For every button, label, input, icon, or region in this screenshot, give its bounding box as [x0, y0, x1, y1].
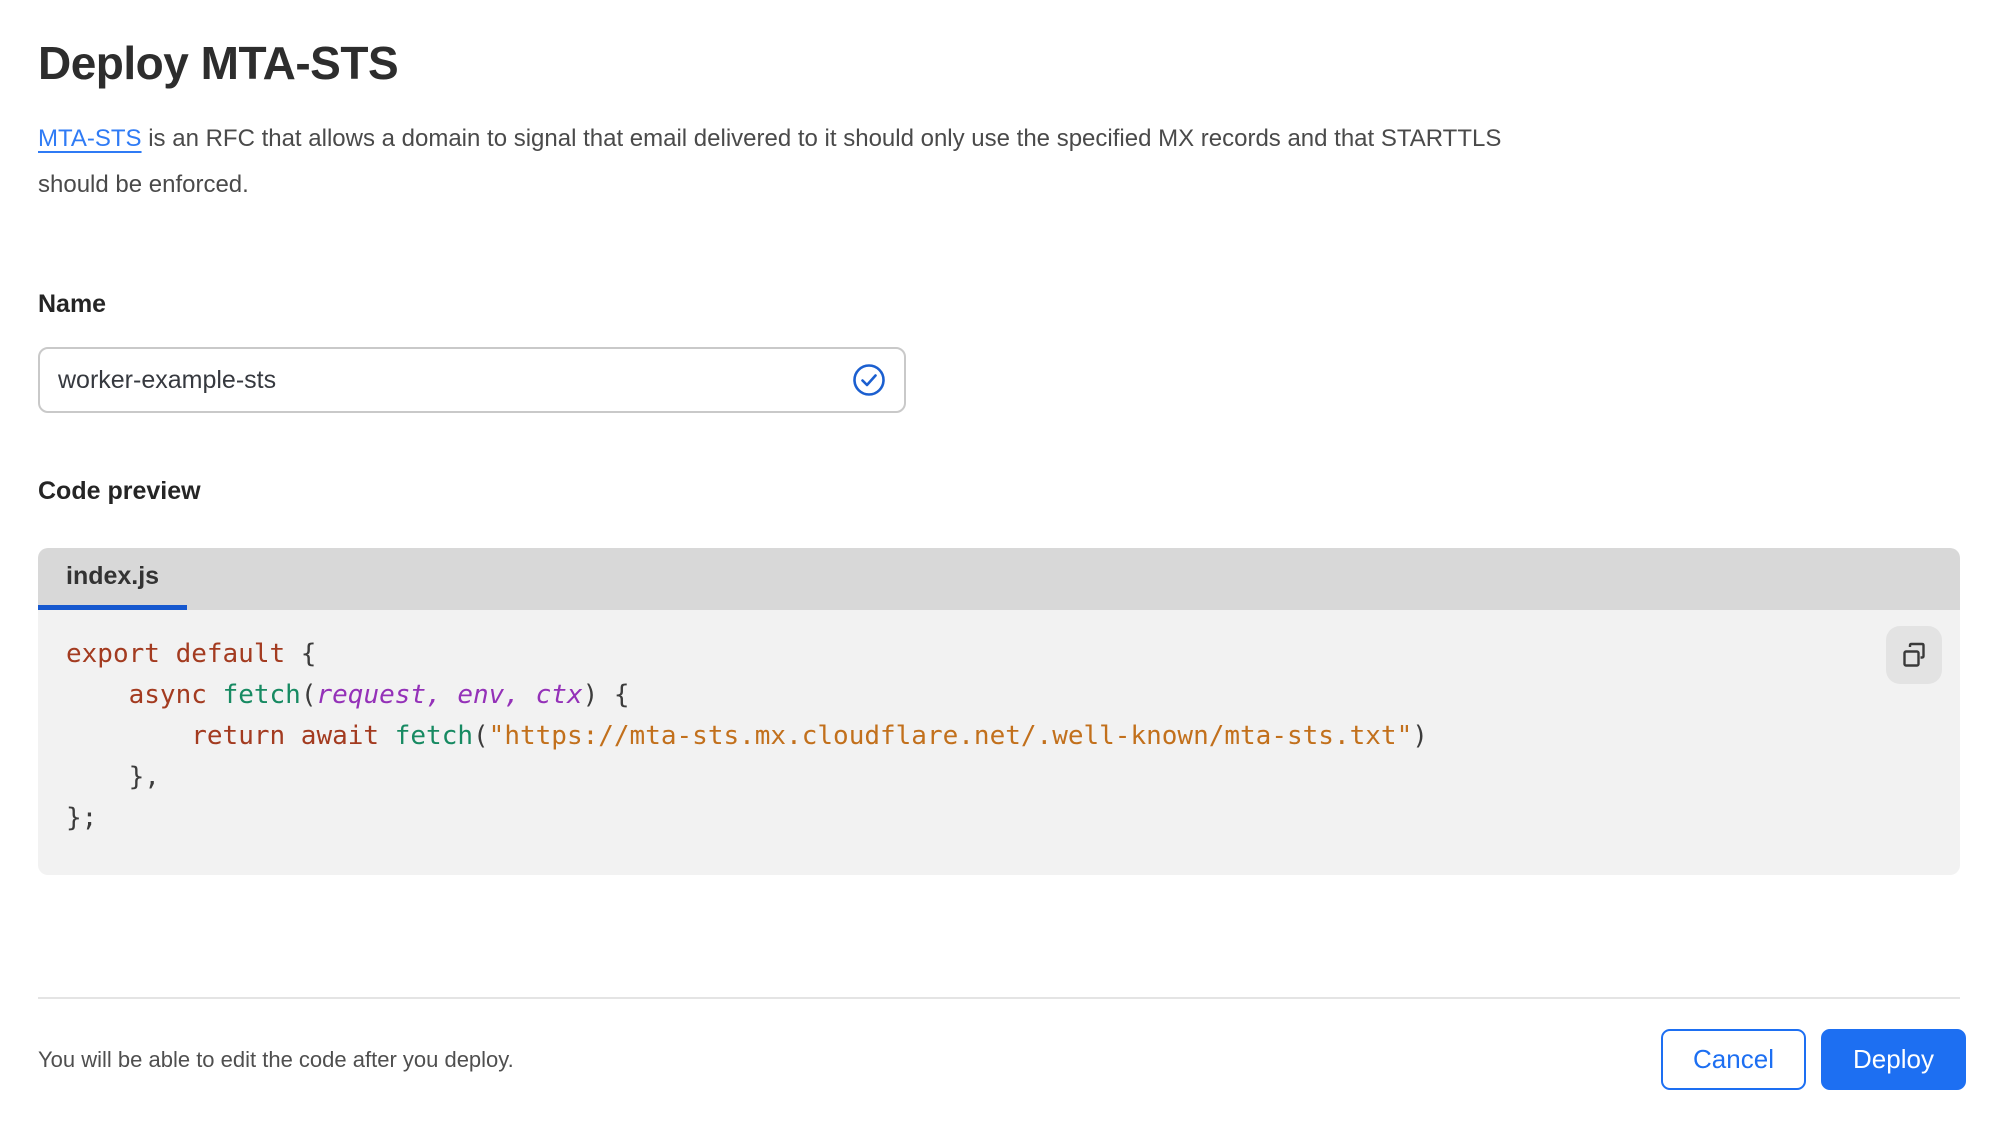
name-field-wrap	[38, 347, 906, 413]
footer-divider	[38, 997, 1960, 999]
code-preview-label: Code preview	[38, 477, 201, 505]
mta-sts-link[interactable]: MTA-STS	[38, 125, 142, 152]
footer-note: You will be able to edit the code after …	[38, 1046, 514, 1072]
check-circle-icon	[852, 363, 886, 397]
deploy-mta-sts-page: Deploy MTA-STS MTA-STS is an RFC that al…	[0, 0, 1999, 1138]
copy-icon	[1896, 637, 1932, 673]
code-preview-card: index.js export default { async fetch(re…	[38, 548, 1960, 875]
code-area: export default { async fetch(request, en…	[38, 610, 1960, 875]
footer-actions: Cancel Deploy	[1661, 1029, 1966, 1090]
copy-code-button[interactable]	[1886, 626, 1942, 684]
description-text: is an RFC that allows a domain to signal…	[38, 125, 1502, 198]
page-description: MTA-STS is an RFC that allows a domain t…	[38, 116, 1533, 208]
name-label: Name	[38, 290, 107, 318]
page-title: Deploy MTA-STS	[38, 37, 399, 89]
footer: You will be able to edit the code after …	[38, 1029, 1966, 1090]
name-input[interactable]	[38, 347, 906, 413]
code-block: export default { async fetch(request, en…	[66, 639, 1428, 833]
deploy-button[interactable]: Deploy	[1821, 1029, 1966, 1090]
tab-index-js[interactable]: index.js	[38, 548, 188, 610]
cancel-button[interactable]: Cancel	[1661, 1029, 1806, 1090]
code-tabbar: index.js	[38, 548, 1960, 610]
